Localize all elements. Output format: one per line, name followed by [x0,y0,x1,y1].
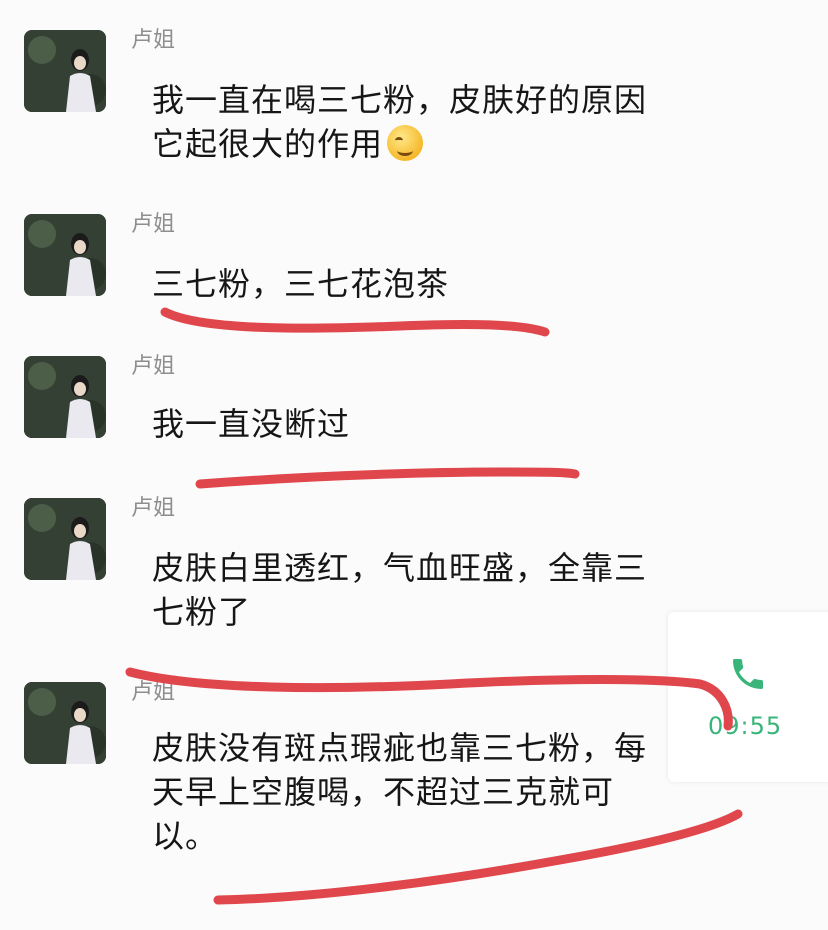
avatar[interactable] [24,356,106,438]
avatar[interactable] [24,30,106,112]
avatar[interactable] [24,214,106,296]
avatar-photo [24,356,106,438]
sender-name: 卢姐 [131,354,176,379]
sender-name: 卢姐 [131,680,176,705]
underline-stroke [195,467,580,489]
underline-stroke [160,307,550,337]
avatar-photo [24,682,106,764]
message-line: 三七粉，三七花泡茶 [152,265,450,303]
avatar[interactable] [24,498,106,580]
avatar-photo [24,214,106,296]
phone-icon [733,659,763,689]
message-text[interactable]: 我一直没断过 [152,402,712,446]
message-text[interactable]: 皮肤白里透红，气血旺盛，全靠三 七粉了 [152,546,712,634]
message-line: 皮肤白里透红，气血旺盛，全靠三 [152,549,648,587]
message-line: 天早上空腹喝，不超过三克就可 [152,773,615,811]
avatar-photo [24,498,106,580]
message-line: 以。 [152,817,219,855]
avatar-photo [24,30,106,112]
message-text[interactable]: 三七粉，三七花泡茶 [152,262,712,306]
message-line: 我一直没断过 [152,405,351,443]
call-time: 09:55 [708,712,783,740]
avatar[interactable] [24,682,106,764]
message-line: 我一直在喝三七粉，皮肤好的原因 [152,81,648,119]
underline-stroke [125,667,733,731]
sender-name: 卢姐 [131,28,176,53]
message-text[interactable]: 皮肤没有斑点瑕疵也靠三七粉，每 天早上空腹喝，不超过三克就可 以。 [152,726,712,858]
crying-laughing-emoji-icon [387,125,424,161]
message-line: 七粉了 [152,593,252,631]
sender-name: 卢姐 [131,496,176,521]
message-text[interactable]: 我一直在喝三七粉，皮肤好的原因 它起很大的作用 [152,78,712,166]
sender-name: 卢姐 [131,212,176,237]
message-line: 皮肤没有斑点瑕疵也靠三七粉，每 [152,729,648,767]
message-line: 它起很大的作用 [152,122,712,166]
